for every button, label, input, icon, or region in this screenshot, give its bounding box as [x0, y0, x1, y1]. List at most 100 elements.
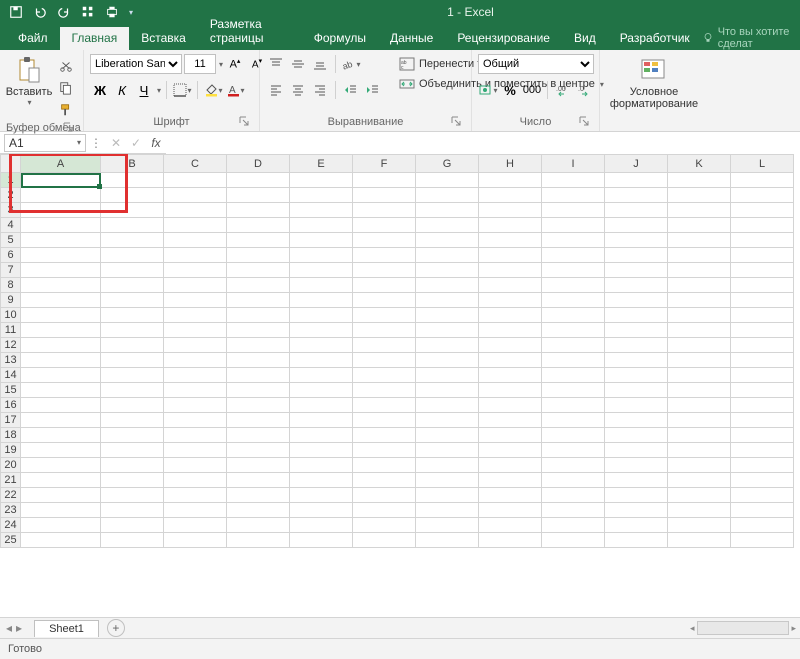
cell[interactable] [227, 533, 290, 548]
cell[interactable] [21, 473, 101, 488]
cell[interactable] [668, 323, 731, 338]
font-size-input[interactable] [184, 54, 216, 74]
cell[interactable] [416, 293, 479, 308]
cell[interactable] [21, 383, 101, 398]
cell[interactable] [731, 263, 794, 278]
increase-indent-button[interactable] [363, 80, 383, 100]
cell[interactable] [605, 263, 668, 278]
select-all-corner[interactable] [1, 155, 21, 173]
cell[interactable] [416, 188, 479, 203]
cell[interactable] [164, 233, 227, 248]
chevron-down-icon[interactable]: ▾ [157, 86, 161, 95]
scroll-left-icon[interactable]: ◂ [690, 623, 695, 634]
cell[interactable] [164, 428, 227, 443]
cell[interactable] [668, 188, 731, 203]
cell[interactable] [164, 518, 227, 533]
cell[interactable] [227, 173, 290, 188]
cell[interactable] [21, 368, 101, 383]
cell[interactable] [605, 413, 668, 428]
row-header[interactable]: 23 [1, 503, 21, 518]
cell[interactable] [731, 488, 794, 503]
cell[interactable] [479, 398, 542, 413]
cell[interactable] [605, 458, 668, 473]
cell[interactable] [731, 383, 794, 398]
cell[interactable] [542, 323, 605, 338]
cell[interactable] [479, 503, 542, 518]
row-header[interactable]: 7 [1, 263, 21, 278]
cell[interactable] [227, 488, 290, 503]
cell[interactable] [668, 203, 731, 218]
cell[interactable] [164, 458, 227, 473]
cell[interactable] [731, 308, 794, 323]
dialog-launcher-icon[interactable] [579, 116, 591, 128]
cell[interactable] [101, 278, 164, 293]
cell[interactable] [668, 263, 731, 278]
cell[interactable] [668, 278, 731, 293]
cell[interactable] [21, 278, 101, 293]
row-header[interactable]: 3 [1, 203, 21, 218]
cell[interactable] [668, 173, 731, 188]
cell[interactable] [479, 308, 542, 323]
cell[interactable] [353, 353, 416, 368]
cell[interactable] [416, 383, 479, 398]
cell[interactable] [290, 203, 353, 218]
cell[interactable] [164, 308, 227, 323]
cell[interactable] [731, 323, 794, 338]
cell[interactable] [731, 218, 794, 233]
quick-print-icon[interactable] [104, 4, 120, 20]
cell[interactable] [605, 503, 668, 518]
cell[interactable] [290, 248, 353, 263]
cell[interactable] [479, 443, 542, 458]
cell[interactable] [353, 278, 416, 293]
cell[interactable] [164, 383, 227, 398]
cell[interactable] [290, 233, 353, 248]
cell[interactable] [164, 323, 227, 338]
cell[interactable] [542, 248, 605, 263]
column-header[interactable]: L [731, 155, 794, 173]
cell[interactable] [542, 308, 605, 323]
cell[interactable] [21, 443, 101, 458]
percent-button[interactable]: % [500, 80, 520, 100]
row-header[interactable]: 25 [1, 533, 21, 548]
cell[interactable] [101, 188, 164, 203]
cell[interactable] [21, 488, 101, 503]
column-header[interactable]: B [101, 155, 164, 173]
cell[interactable] [101, 293, 164, 308]
cell[interactable] [416, 173, 479, 188]
cell[interactable] [290, 263, 353, 278]
number-format-select[interactable]: Общий [478, 54, 594, 74]
cell[interactable] [479, 353, 542, 368]
cell[interactable] [605, 383, 668, 398]
cell[interactable] [668, 413, 731, 428]
cell[interactable] [353, 413, 416, 428]
row-header[interactable]: 18 [1, 428, 21, 443]
cell[interactable] [227, 368, 290, 383]
cell[interactable] [668, 308, 731, 323]
cell[interactable] [353, 248, 416, 263]
row-header[interactable]: 10 [1, 308, 21, 323]
cell[interactable] [731, 173, 794, 188]
cell[interactable] [542, 503, 605, 518]
cell[interactable] [290, 533, 353, 548]
cell[interactable] [605, 338, 668, 353]
cell[interactable] [416, 473, 479, 488]
cell[interactable] [668, 443, 731, 458]
cell[interactable] [290, 518, 353, 533]
increase-font-button[interactable]: A▴ [225, 54, 245, 74]
redo-icon[interactable] [56, 4, 72, 20]
cell[interactable] [416, 338, 479, 353]
cell[interactable] [668, 383, 731, 398]
row-header[interactable]: 19 [1, 443, 21, 458]
cell[interactable] [542, 518, 605, 533]
cell[interactable] [101, 173, 164, 188]
cell[interactable] [101, 368, 164, 383]
cell[interactable] [731, 458, 794, 473]
cell[interactable] [731, 293, 794, 308]
cell[interactable] [542, 218, 605, 233]
cell[interactable] [353, 443, 416, 458]
cell[interactable] [479, 203, 542, 218]
cell[interactable] [227, 503, 290, 518]
sheet-nav-prev-icon[interactable]: ◂ [6, 621, 12, 635]
cell[interactable] [542, 488, 605, 503]
cell[interactable] [290, 188, 353, 203]
